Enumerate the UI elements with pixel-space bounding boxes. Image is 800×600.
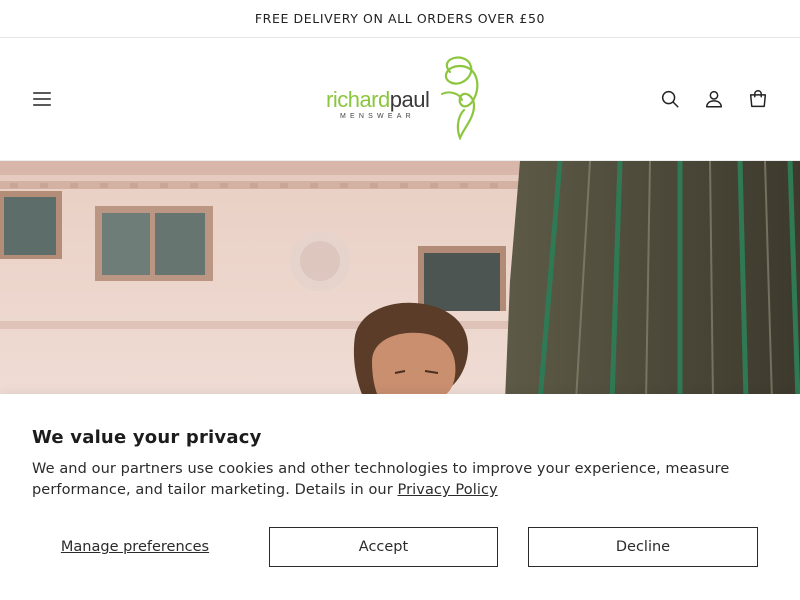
cart-button[interactable] xyxy=(738,79,778,119)
cookie-banner: We value your privacy We and our partner… xyxy=(0,394,800,600)
hero-image xyxy=(0,161,800,401)
logo-word-richard: richard xyxy=(326,87,390,112)
accept-button[interactable]: Accept xyxy=(269,527,498,567)
account-icon xyxy=(705,90,723,108)
decline-button[interactable]: Decline xyxy=(528,527,758,567)
cookie-description: We and our partners use cookies and othe… xyxy=(32,461,730,498)
cart-icon xyxy=(749,90,767,108)
cookie-text: We and our partners use cookies and othe… xyxy=(32,459,732,501)
site-header: richardpaul MENSWEAR xyxy=(0,38,800,161)
menu-button[interactable] xyxy=(22,79,62,119)
cookie-title: We value your privacy xyxy=(32,427,262,448)
logo-swirl-icon xyxy=(441,56,479,140)
logo-wordmark: richardpaul xyxy=(326,87,430,112)
menu-icon xyxy=(33,92,51,106)
announcement-text: FREE DELIVERY ON ALL ORDERS OVER £50 xyxy=(254,11,546,26)
hero-photo xyxy=(0,161,800,401)
logo-word-paul: paul xyxy=(389,87,430,112)
account-button[interactable] xyxy=(694,79,734,119)
search-button[interactable] xyxy=(650,79,690,119)
privacy-policy-link[interactable]: Privacy Policy xyxy=(397,482,497,498)
manage-preferences-link[interactable]: Manage preferences xyxy=(32,527,238,567)
logo[interactable]: richardpaul MENSWEAR xyxy=(320,54,485,142)
logo-tagline: MENSWEAR xyxy=(340,113,415,120)
search-icon xyxy=(661,90,679,108)
announcement-bar: FREE DELIVERY ON ALL ORDERS OVER £50 xyxy=(0,0,800,38)
